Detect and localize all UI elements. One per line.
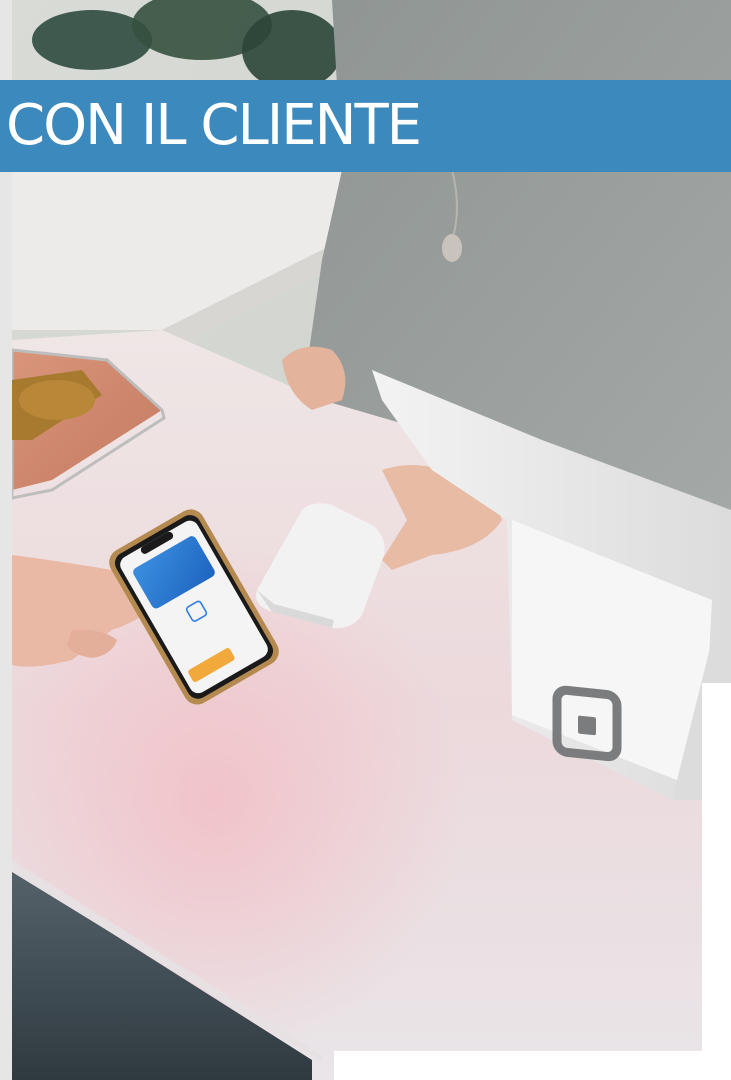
title-banner: CON IL CLIENTE: [0, 80, 731, 172]
banner-title: CON IL CLIENTE: [6, 93, 422, 158]
white-panel-right: [702, 683, 731, 1080]
white-panel-bottom: [334, 1051, 731, 1080]
